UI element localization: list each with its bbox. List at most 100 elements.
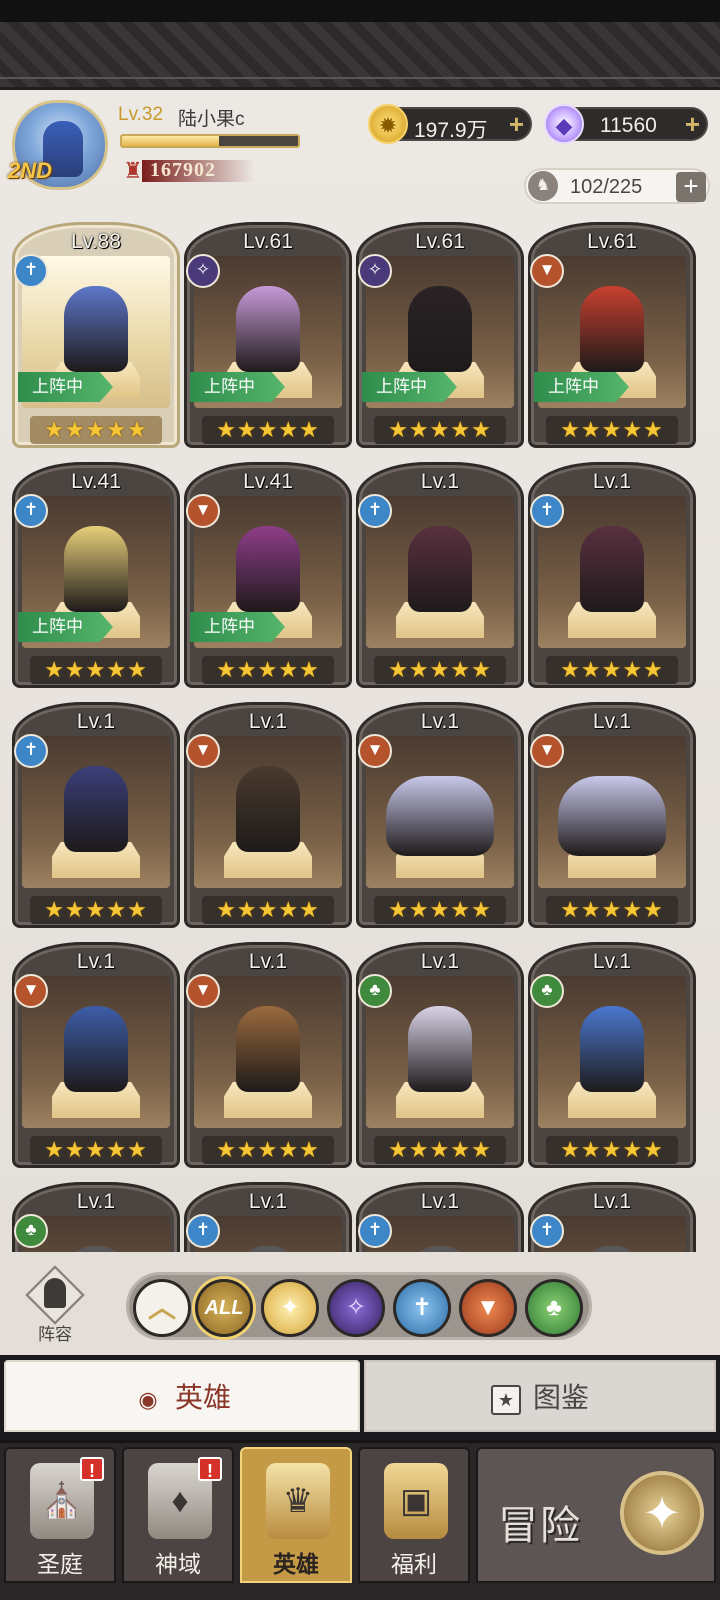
hero-level: Lv.1 (76, 710, 116, 733)
hero-card[interactable]: Lv.1 ✝ (184, 1182, 352, 1252)
deployed-tag: 上阵中 (190, 612, 285, 642)
filter-nature-icon[interactable]: ♣ (525, 1279, 583, 1337)
star-rating: ★★★★★ (374, 1136, 506, 1164)
hero-card[interactable]: Lv.1 ✝ (356, 1182, 524, 1252)
hero-sprite (236, 1006, 300, 1092)
alert-badge: ! (80, 1457, 104, 1481)
filter-holy-icon[interactable]: ✝ (393, 1279, 451, 1337)
holy-faction-icon: ✝ (358, 1214, 392, 1248)
nav-welfare-label: 福利 (391, 1551, 437, 1577)
star-rating: ★★★★★ (202, 896, 334, 924)
book-star-icon: ★ (490, 1384, 521, 1415)
header-band (0, 22, 720, 90)
holy-faction-icon: ✝ (186, 1214, 220, 1248)
filter-all-button[interactable]: ALL (195, 1279, 253, 1337)
hero-card[interactable]: Lv.41 ✝ 上阵中 ★★★★★ (12, 462, 180, 688)
star-rating: ★★★★★ (374, 896, 506, 924)
hero-card[interactable]: Lv.1 ▼ ★★★★★ (184, 702, 352, 928)
star-rating: ★★★★★ (30, 416, 162, 444)
player-avatar[interactable]: 2ND (8, 100, 112, 192)
status-strip (0, 0, 720, 22)
hero-sprite (64, 1006, 128, 1092)
beast-faction-icon: ▼ (14, 974, 48, 1008)
hero-level: Lv.61 (415, 230, 465, 253)
hero-level: Lv.1 (420, 710, 460, 733)
expand-capacity-button[interactable]: + (676, 172, 706, 202)
filter-light-icon[interactable]: ✦ (261, 1279, 319, 1337)
hero-sprite (580, 286, 644, 372)
holy-faction-icon: ✝ (530, 1214, 564, 1248)
hero-card[interactable]: Lv.1 ✝ ★★★★★ (12, 702, 180, 928)
hero-sprite (236, 766, 300, 852)
nav-adventure-label: 冒险 (498, 1504, 582, 1548)
tab-codex[interactable]: ★ 图鉴 (364, 1360, 716, 1432)
horned-helmet-icon: ♛ (266, 1463, 330, 1539)
hero-sprite (64, 286, 128, 372)
holy-faction-icon: ✝ (14, 734, 48, 768)
chevron-up-icon[interactable]: ︿ (133, 1279, 191, 1337)
hero-card[interactable]: Lv.1 ▼ ★★★★★ (184, 942, 352, 1168)
hero-card[interactable]: Lv.61 ✧ 上阵中 ★★★★★ (356, 222, 524, 448)
hero-card[interactable]: Lv.1 ♣ (12, 1182, 180, 1252)
alert-badge: ! (198, 1457, 222, 1481)
nature-faction-icon: ♣ (358, 974, 392, 1008)
hero-level: Lv.61 (587, 230, 637, 253)
hero-level: Lv.41 (71, 470, 121, 493)
hero-card[interactable]: Lv.1 ✝ ★★★★★ (528, 462, 696, 688)
hero-level: Lv.1 (248, 950, 288, 973)
hero-card[interactable]: Lv.1 ▼ ★★★★★ (12, 942, 180, 1168)
star-rating: ★★★★★ (30, 896, 162, 924)
hero-sprite (236, 526, 300, 612)
beast-faction-icon: ▼ (530, 734, 564, 768)
hero-card[interactable]: Lv.41 ▼ 上阵中 ★★★★★ (184, 462, 352, 688)
hero-level: Lv.1 (76, 1190, 116, 1213)
tab-heroes[interactable]: ◉ 英雄 (4, 1360, 360, 1432)
nav-court[interactable]: ⛪ ! 圣庭 (4, 1447, 116, 1583)
beast-faction-icon: ▼ (186, 974, 220, 1008)
hero-card[interactable]: Lv.61 ✧ 上阵中 ★★★★★ (184, 222, 352, 448)
nav-adventure[interactable]: 冒险 ✦ (476, 1447, 716, 1583)
hero-card[interactable]: Lv.1 ✝ (528, 1182, 696, 1252)
hero-card[interactable]: Lv.1 ✝ ★★★★★ (356, 462, 524, 688)
deployed-tag: 上阵中 (18, 372, 113, 402)
holy-faction-icon: ✝ (14, 254, 48, 288)
player-level: Lv.32 (118, 104, 164, 125)
hero-card[interactable]: Lv.1 ♣ ★★★★★ (356, 942, 524, 1168)
treasure-chest-icon: ▣ (384, 1463, 448, 1539)
hero-card[interactable]: Lv.1 ♣ ★★★★★ (528, 942, 696, 1168)
deployed-tag: 上阵中 (534, 372, 629, 402)
hero-sprite (558, 776, 666, 856)
star-rating: ★★★★★ (374, 416, 506, 444)
rank-badge: 2ND (8, 158, 53, 183)
hero-card[interactable]: Lv.1 ▼ ★★★★★ (528, 702, 696, 928)
pawn-icon (44, 1278, 66, 1308)
hero-level: Lv.1 (420, 1190, 460, 1213)
hero-level: Lv.1 (592, 470, 632, 493)
star-rating: ★★★★★ (202, 656, 334, 684)
add-gold-button[interactable]: + (509, 111, 524, 137)
gold-coin-icon: ✹ (368, 104, 408, 144)
holy-faction-icon: ✝ (530, 494, 564, 528)
filter-beast-icon[interactable]: ▼ (459, 1279, 517, 1337)
nav-divine[interactable]: ♦ ! 神域 (122, 1447, 234, 1583)
hero-card[interactable]: Lv.1 ▼ ★★★★★ (356, 702, 524, 928)
deployed-tag: 上阵中 (190, 372, 285, 402)
beast-faction-icon: ▼ (358, 734, 392, 768)
star-rating: ★★★★★ (374, 656, 506, 684)
diamond-icon: ◆ (544, 104, 584, 144)
nav-heroes[interactable]: ♛ 英雄 (240, 1447, 352, 1583)
lineup-button[interactable]: 阵容 (22, 1265, 88, 1344)
hero-level: Lv.1 (420, 470, 460, 493)
hero-capacity: ♞ 102/225 + (524, 168, 710, 204)
gold-counter: ✹ 197.9万 + (368, 104, 532, 144)
combat-power: 167902 (150, 159, 216, 181)
add-gems-button[interactable]: + (685, 111, 700, 137)
beast-faction-icon: ▼ (186, 494, 220, 528)
hero-sprite (408, 526, 472, 612)
filter-dark-icon[interactable]: ✧ (327, 1279, 385, 1337)
hero-card[interactable]: Lv.61 ▼ 上阵中 ★★★★★ (528, 222, 696, 448)
hero-card[interactable]: Lv.88 ✝ 上阵中 ★★★★★ (12, 222, 180, 448)
nav-welfare[interactable]: ▣ 福利 (358, 1447, 470, 1583)
hero-sprite (64, 526, 128, 612)
holy-faction-icon: ✝ (14, 494, 48, 528)
